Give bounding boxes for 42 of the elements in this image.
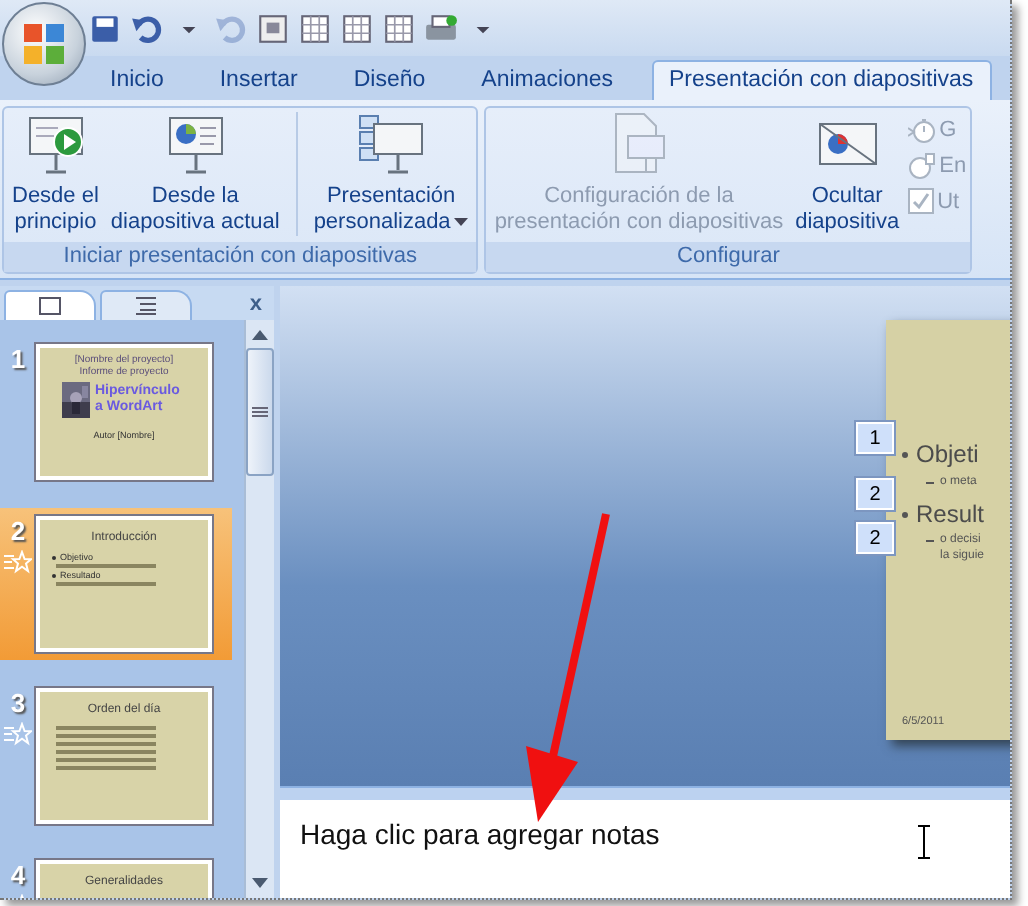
bullet-text: Objeti — [916, 440, 979, 468]
office-logo-icon — [20, 20, 68, 68]
scroll-up-icon[interactable] — [250, 326, 270, 342]
slide-number: 4 — [10, 860, 26, 890]
ribbon-tab[interactable]: Animaciones — [463, 60, 632, 100]
animation-order-tag[interactable]: 2 — [856, 478, 894, 510]
slide-number: 2 — [10, 516, 26, 546]
presentation-list-icon — [357, 112, 426, 176]
text-cursor-icon — [916, 824, 932, 860]
outline-tab[interactable] — [100, 290, 192, 320]
notes-prompt: Haga clic para agregar notas — [300, 818, 660, 850]
close-button[interactable]: x — [249, 291, 262, 315]
scroll-down-icon[interactable] — [250, 876, 270, 892]
ribbon-tab[interactable]: Presentación con diapositivas — [651, 60, 992, 100]
ribbon-button[interactable]: Desde el principio — [8, 112, 103, 236]
bullet-text: Result — [916, 500, 985, 528]
slide-number: 1 — [10, 344, 26, 374]
ribbon-tab[interactable]: Insertar — [201, 60, 316, 100]
lines-icon — [134, 296, 158, 316]
grid-icon[interactable] — [340, 11, 374, 45]
ribbon-button[interactable]: Desde la diapositiva actual — [106, 112, 284, 236]
slide-icon — [38, 296, 62, 316]
undo-icon[interactable] — [130, 11, 164, 45]
ribbon-button[interactable]: Ocultar diapositiva — [791, 112, 904, 236]
slides-tab[interactable] — [4, 290, 96, 320]
ribbon-tab[interactable]: Diseño — [335, 60, 444, 100]
pane-splitter[interactable] — [280, 786, 1010, 800]
scrollbar[interactable] — [244, 320, 274, 898]
group-label: Configurar — [486, 242, 971, 272]
group-label: Iniciar presentación con diapositivas — [4, 242, 477, 272]
animation-order-tag[interactable]: 1 — [856, 422, 894, 454]
slide-view-icon[interactable] — [256, 11, 290, 45]
grid-icon[interactable] — [382, 11, 416, 45]
printer-icon[interactable] — [424, 11, 458, 45]
scroll-thumb[interactable] — [246, 348, 274, 476]
grid-icon[interactable] — [298, 11, 332, 45]
animation-order-tag[interactable]: 2 — [856, 522, 894, 554]
notes-pane[interactable]: Haga clic para agregar notas — [280, 800, 1010, 898]
save-icon[interactable] — [88, 11, 122, 45]
ribbon-tab[interactable]: Inicio — [92, 60, 182, 100]
slide-number: 3 — [10, 688, 26, 718]
ribbon-button[interactable]: Presentación personalizada — [309, 112, 473, 236]
